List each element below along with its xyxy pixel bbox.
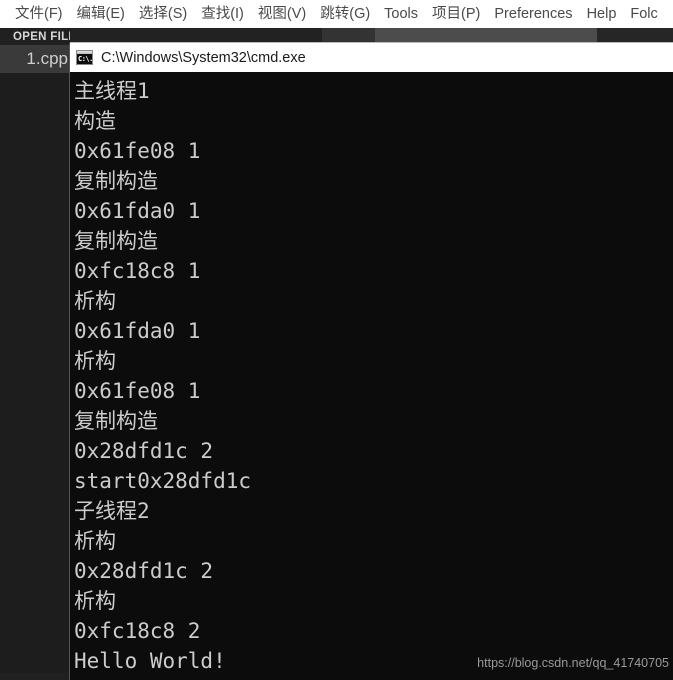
cmd-console-output[interactable]: 主线程1 构造 0x61fe08 1 复制构造 0x61fda0 1 复制构造 … [70, 72, 673, 680]
console-line: 0x28dfd1c 2 [74, 439, 214, 463]
menu-item-3[interactable]: 查找(I) [194, 0, 251, 28]
menu-item-2[interactable]: 选择(S) [132, 0, 194, 28]
console-line: 0xfc18c8 1 [74, 259, 201, 283]
console-line: 析构 [74, 289, 116, 313]
console-line: 请按任意键继续. . . [72, 676, 673, 680]
console-line: 主线程1 [74, 79, 150, 103]
menu-item-1[interactable]: 编辑(E) [70, 0, 132, 28]
menu-item-10[interactable]: Folc [623, 0, 664, 28]
menu-item-4[interactable]: 视图(V) [251, 0, 313, 28]
console-line: 析构 [74, 349, 116, 373]
console-line: 0x61fda0 1 [74, 319, 201, 343]
watermark-text: https://blog.csdn.net/qq_41740705 [477, 656, 669, 670]
console-line: 复制构造 [74, 169, 158, 193]
open-files-sidebar: OPEN FILES 1.cpp [0, 28, 70, 680]
menu-item-7[interactable]: 项目(P) [425, 0, 487, 28]
menu-item-8[interactable]: Preferences [487, 0, 579, 28]
console-line: 0xfc18c8 2 [74, 619, 201, 643]
menu-item-5[interactable]: 跳转(G) [313, 0, 377, 28]
tab-active[interactable] [375, 28, 597, 43]
tab-inactive-middle[interactable] [322, 28, 375, 43]
cmd-title-label: C:\Windows\System32\cmd.exe [101, 49, 306, 66]
cmd-console-icon-glyph: C:\. [78, 55, 93, 63]
editor-tab-strip [0, 28, 673, 43]
console-line: 0x61fe08 1 [74, 139, 201, 163]
sidebar-item-label: 1.cpp [26, 49, 68, 68]
menu-item-0[interactable]: 文件(F) [8, 0, 70, 28]
console-line: 复制构造 [74, 409, 158, 433]
console-line: 复制构造 [74, 229, 158, 253]
sidebar-empty-area [0, 73, 70, 673]
console-line: 0x61fda0 1 [74, 199, 201, 223]
menu-item-9[interactable]: Help [580, 0, 624, 28]
console-line: 构造 [74, 109, 116, 133]
console-line: 析构 [74, 589, 116, 613]
console-line: 子线程2 [74, 499, 150, 523]
sidebar-item-1cpp[interactable]: 1.cpp [0, 45, 70, 73]
console-line: 0x28dfd1c 2 [74, 559, 214, 583]
tab-strip-empty-area [597, 28, 673, 43]
cmd-exe-window[interactable]: C:\. C:\Windows\System32\cmd.exe 主线程1 构造… [70, 43, 673, 680]
console-line: 0x61fe08 1 [74, 379, 201, 403]
menu-item-6[interactable]: Tools [377, 0, 425, 28]
cmd-console-icon: C:\. [76, 50, 93, 65]
console-line: 析构 [74, 529, 116, 553]
sidebar-section-header: OPEN FILES [13, 31, 70, 43]
cmd-title-bar[interactable]: C:\. C:\Windows\System32\cmd.exe [70, 43, 673, 72]
menu-bar: 文件(F) 编辑(E) 选择(S) 查找(I) 视图(V) 跳转(G) Tools 项目(P)… [0, 0, 673, 28]
console-line: start0x28dfd1c [74, 469, 252, 493]
